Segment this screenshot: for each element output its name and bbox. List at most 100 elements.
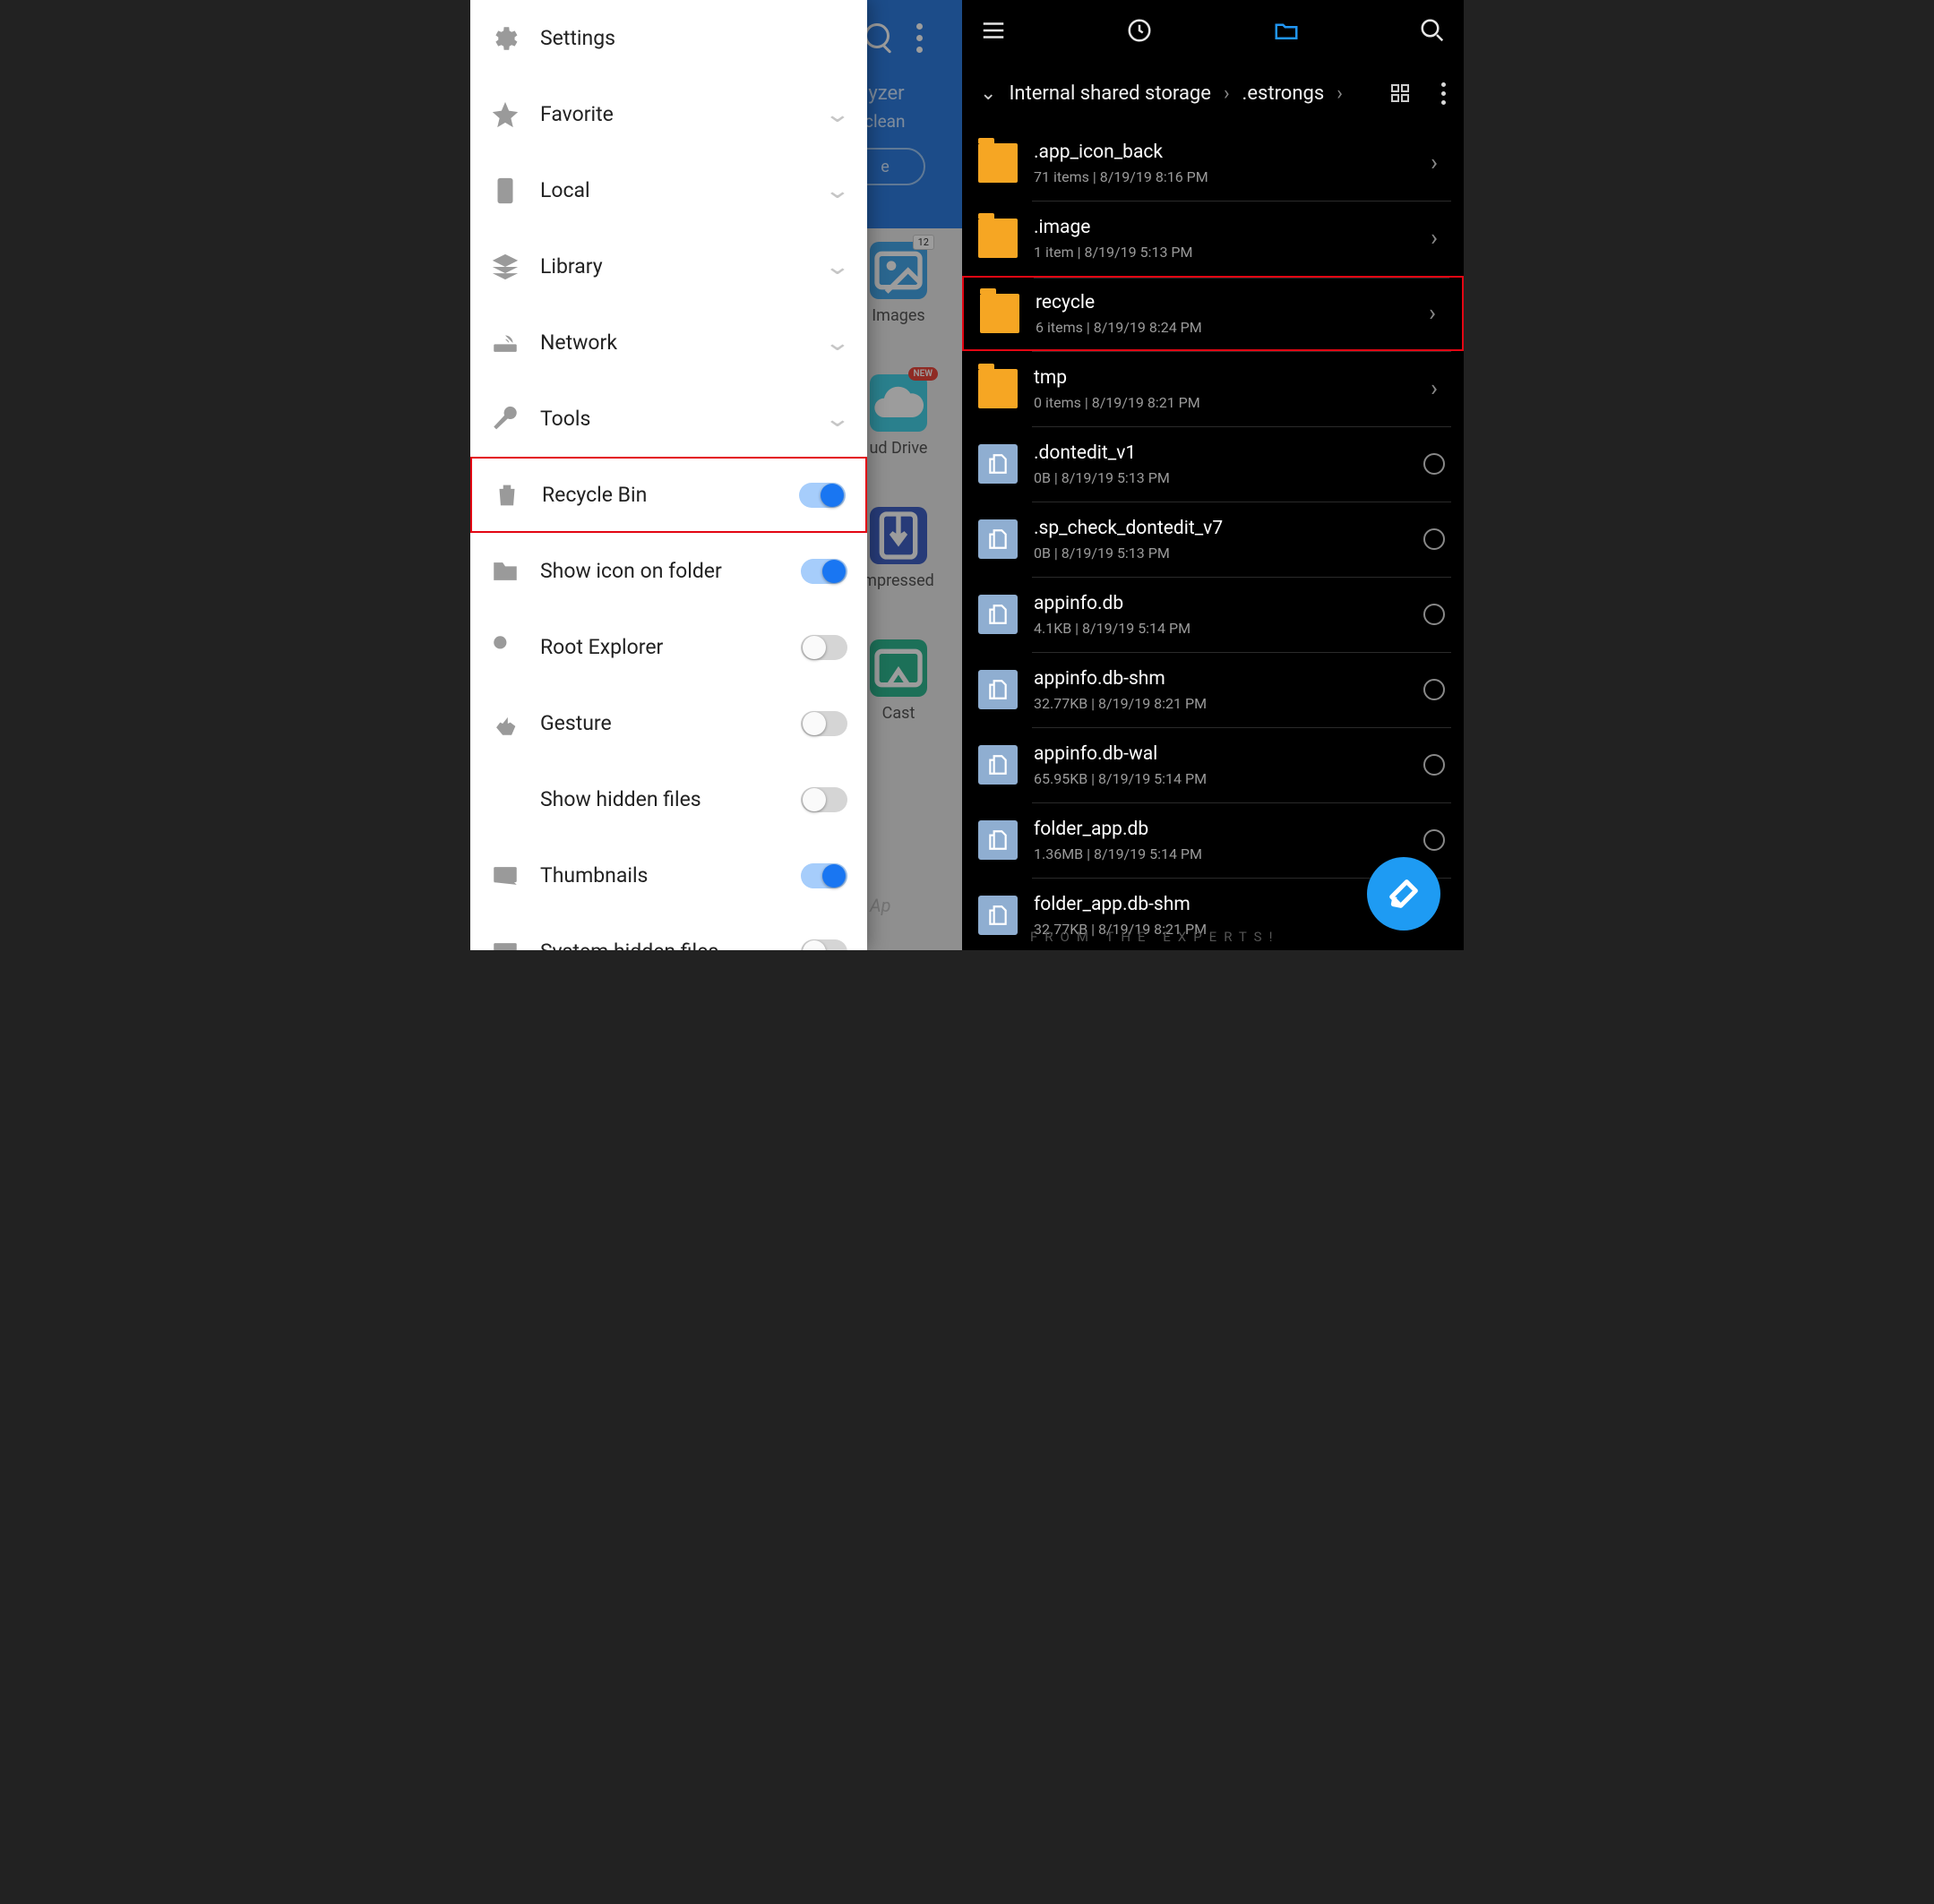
drawer-item-label: Favorite: [540, 102, 828, 126]
chevron-right-icon: ›: [1431, 225, 1438, 252]
file-name: tmp: [1034, 367, 1421, 389]
file-icon: [978, 444, 1018, 484]
toggle[interactable]: [799, 483, 846, 508]
file-icon: [978, 670, 1018, 709]
folder-tab-icon[interactable]: [1273, 17, 1300, 44]
drawer-item-tools[interactable]: Tools⌄: [470, 381, 867, 457]
lines-x-icon: [490, 785, 520, 815]
folder-icon: [978, 369, 1018, 408]
toggle[interactable]: [801, 711, 847, 736]
folder-icon: [980, 294, 1019, 333]
file-row[interactable]: .image 1 item | 8/19/19 5:13 PM ›: [962, 201, 1464, 276]
star-icon: [490, 99, 520, 130]
select-radio[interactable]: [1423, 754, 1445, 776]
file-meta: 65.95KB | 8/19/19 5:14 PM: [1034, 770, 1421, 787]
chevron-right-icon: ›: [1429, 300, 1436, 327]
file-row[interactable]: .app_icon_back 71 items | 8/19/19 8:16 PM…: [962, 125, 1464, 201]
file-meta: 32.77KB | 8/19/19 8:21 PM: [1034, 695, 1421, 712]
toggle[interactable]: [801, 559, 847, 584]
file-row[interactable]: recycle6 items | 8/19/19 8:24 PM›: [962, 276, 1464, 351]
drawer-item-label: Show hidden files: [540, 787, 801, 811]
file-row[interactable]: appinfo.db-wal 65.95KB | 8/19/19 5:14 PM: [962, 727, 1464, 802]
drawer-item-label: Thumbnails: [540, 863, 801, 888]
file-name: appinfo.db-wal: [1034, 743, 1421, 765]
drawer-item-show-hidden-files[interactable]: Show hidden files: [470, 761, 867, 837]
folder-corner-icon: [490, 556, 520, 587]
file-name: .dontedit_v1: [1034, 442, 1421, 464]
file-name: folder_app.db-shm: [1034, 894, 1421, 915]
drawer-item-label: Gesture: [540, 711, 801, 735]
select-radio[interactable]: [1423, 604, 1445, 625]
drawer-item-show-icon-on-folder[interactable]: Show icon on folder: [470, 533, 867, 609]
file-meta: 71 items | 8/19/19 8:16 PM: [1034, 168, 1421, 185]
select-radio[interactable]: [1423, 528, 1445, 550]
file-row[interactable]: appinfo.db-shm32.77KB | 8/19/19 8:21 PM: [962, 652, 1464, 727]
drawer-item-label: System hidden files: [540, 939, 801, 950]
file-row[interactable]: .dontedit_v1 0B | 8/19/19 5:13 PM: [962, 426, 1464, 502]
select-radio[interactable]: [1423, 829, 1445, 851]
gear-icon: [490, 23, 520, 54]
folder-icon: [978, 143, 1018, 183]
file-icon: [978, 595, 1018, 634]
breadcrumb-1[interactable]: .estrongs: [1242, 82, 1325, 105]
file-row[interactable]: .sp_check_dontedit_v7 0B | 8/19/19 5:13 P…: [962, 502, 1464, 577]
drawer-item-local[interactable]: Local⌄: [470, 152, 867, 228]
app-file-icon: [978, 896, 1018, 935]
file-icon: [978, 820, 1018, 860]
clock-icon[interactable]: [1126, 17, 1153, 44]
thumb-icon: [490, 861, 520, 891]
chevron-right-icon: ›: [1431, 375, 1438, 402]
left-phone: lyzer clean e 12ImagesNEWud Drivempresse…: [470, 0, 962, 950]
path-more-icon[interactable]: [1441, 82, 1446, 105]
right-phone: ⌄ Internal shared storage › .estrongs › …: [962, 0, 1464, 950]
screenshot-root: lyzer clean e 12ImagesNEWud Drivempresse…: [470, 0, 1464, 950]
drawer-item-network[interactable]: Network⌄: [470, 304, 867, 381]
file-name: folder_app.db: [1034, 819, 1421, 840]
file-name: .sp_check_dontedit_v7: [1034, 518, 1421, 539]
file-meta: 0B | 8/19/19 5:13 PM: [1034, 545, 1421, 562]
file-name: recycle: [1036, 292, 1419, 313]
drawer-item-favorite[interactable]: Favorite⌄: [470, 76, 867, 152]
drawer-item-settings[interactable]: Settings: [470, 0, 867, 76]
file-name: appinfo.db: [1034, 593, 1421, 614]
file-meta: 0B | 8/19/19 5:13 PM: [1034, 469, 1421, 486]
toggle[interactable]: [801, 863, 847, 888]
drawer-item-label: Recycle Bin: [542, 483, 799, 507]
search-icon[interactable]: [1419, 17, 1446, 44]
drawer-item-thumbnails[interactable]: Thumbnails: [470, 837, 867, 913]
select-radio[interactable]: [1423, 453, 1445, 475]
drawer-item-library[interactable]: Library⌄: [470, 228, 867, 304]
fab-clean-button[interactable]: [1367, 857, 1440, 931]
tap-icon: [490, 708, 520, 739]
sys-icon: [490, 937, 520, 951]
toggle[interactable]: [801, 635, 847, 660]
drawer-item-label: Tools: [540, 407, 828, 431]
watermark-right: FROM THE EXPERTS!: [1030, 929, 1279, 945]
file-name: .app_icon_back: [1034, 142, 1421, 163]
router-icon: [490, 328, 520, 358]
file-row[interactable]: tmp0 items | 8/19/19 8:21 PM›: [962, 351, 1464, 426]
view-grid-icon[interactable]: [1389, 82, 1411, 104]
file-meta: 1.36MB | 8/19/19 5:14 PM: [1034, 845, 1421, 862]
drawer-item-root-explorer[interactable]: Root Explorer: [470, 609, 867, 685]
wrench-icon: [490, 404, 520, 434]
hamburger-icon[interactable]: [980, 17, 1007, 44]
file-meta: 1 item | 8/19/19 5:13 PM: [1034, 244, 1421, 261]
select-radio[interactable]: [1423, 679, 1445, 700]
drawer-item-label: Show icon on folder: [540, 559, 801, 583]
toggle[interactable]: [801, 787, 847, 812]
settings-drawer: SettingsFavorite⌄Local⌄Library⌄Network⌄T…: [470, 0, 867, 950]
file-name: .image: [1034, 217, 1421, 238]
file-icon: [978, 745, 1018, 785]
expand-icon: ⌄: [824, 253, 852, 280]
file-row[interactable]: appinfo.db4.1KB | 8/19/19 5:14 PM: [962, 577, 1464, 652]
expand-icon: ⌄: [824, 330, 852, 356]
expand-icon: ⌄: [824, 406, 852, 433]
drawer-item-gesture[interactable]: Gesture: [470, 685, 867, 761]
drawer-item-system-hidden-files[interactable]: System hidden files: [470, 913, 867, 950]
toggle[interactable]: [801, 939, 847, 951]
trash-icon: [492, 480, 522, 510]
drawer-item-recycle-bin[interactable]: Recycle Bin: [470, 457, 867, 533]
breadcrumb-0[interactable]: Internal shared storage: [1009, 82, 1211, 105]
breadcrumb-dropdown-icon[interactable]: ⌄: [980, 82, 996, 105]
